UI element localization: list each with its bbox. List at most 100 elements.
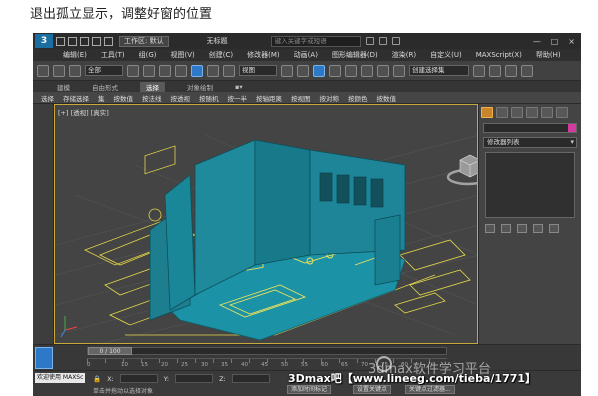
scene-render (55, 134, 477, 343)
ribbon-item-by-half[interactable]: 按一半 (228, 93, 248, 103)
undo-icon[interactable] (92, 36, 101, 46)
angle-snap-icon[interactable] (345, 64, 357, 77)
keyboard-shortcut-icon[interactable] (313, 64, 325, 77)
binoculars-icon[interactable] (365, 37, 374, 45)
menu-customize[interactable]: 自定义(U) (430, 50, 462, 60)
set-key-button[interactable]: 设置关键点 (353, 385, 392, 394)
ribbon-item-set[interactable]: 集 (98, 93, 105, 103)
ribbon-item-by-random[interactable]: 按随机 (199, 93, 219, 103)
link-icon[interactable] (37, 64, 49, 77)
menu-modifiers[interactable]: 修改器(M) (247, 50, 280, 60)
time-slider[interactable]: 0 / 100 (87, 347, 447, 355)
ribbon-item-by-symmetry[interactable]: 按对称 (320, 93, 340, 103)
rectangle-selection-icon[interactable] (159, 64, 171, 77)
save-file-icon[interactable] (80, 36, 89, 46)
select-move-icon[interactable] (191, 64, 203, 77)
pivot-center-icon[interactable] (281, 64, 293, 77)
select-manipulate-icon[interactable] (297, 64, 309, 77)
menu-tools[interactable]: 工具(T) (101, 50, 125, 60)
object-name-field[interactable] (483, 123, 577, 133)
create-tab-icon[interactable] (481, 107, 493, 118)
unlink-icon[interactable] (53, 64, 65, 77)
motion-tab-icon[interactable] (526, 107, 538, 118)
remove-modifier-icon[interactable] (533, 224, 543, 233)
tab-object-paint[interactable]: 对象绘制 (187, 82, 213, 92)
minimize-button[interactable]: — (533, 37, 541, 46)
make-unique-icon[interactable] (517, 224, 527, 233)
window-crossing-icon[interactable] (175, 64, 187, 77)
add-time-tag-button[interactable]: 添加时间标记 (287, 385, 332, 394)
menu-rendering[interactable]: 渲染(R) (392, 50, 416, 60)
ribbon-item-store-selection[interactable]: 存储选择 (63, 93, 89, 103)
menu-edit[interactable]: 编辑(E) (63, 50, 87, 60)
search-input[interactable]: 键入关键字或短语 (270, 35, 361, 47)
utilities-tab-icon[interactable] (556, 107, 568, 118)
menu-group[interactable]: 组(G) (139, 50, 157, 60)
viewport-label[interactable]: [+] [透视] [真实] (58, 107, 109, 117)
coord-z-field[interactable] (231, 374, 270, 383)
snaps-toggle-icon[interactable] (329, 64, 341, 77)
select-rotate-icon[interactable] (207, 64, 219, 77)
new-file-icon[interactable] (56, 36, 65, 46)
close-button[interactable]: × (568, 37, 575, 46)
star-icon[interactable] (378, 37, 387, 45)
modifier-stack[interactable] (485, 152, 575, 218)
selection-lock-icon[interactable]: 🔒 (93, 375, 101, 383)
menu-views[interactable]: 视图(V) (171, 50, 195, 60)
ribbon-item-by-color[interactable]: 按颜色 (348, 93, 368, 103)
maximize-button[interactable]: □ (551, 37, 559, 46)
help-icon[interactable] (391, 37, 400, 45)
layer-explorer-icon[interactable] (505, 64, 517, 77)
ribbon-item-by-view[interactable]: 按视图 (291, 93, 311, 103)
open-file-icon[interactable] (68, 36, 77, 46)
align-icon[interactable] (489, 64, 501, 77)
hierarchy-tab-icon[interactable] (511, 107, 523, 118)
menu-create[interactable]: 创建(C) (209, 50, 233, 60)
coord-x-field[interactable] (119, 374, 158, 383)
show-end-result-icon[interactable] (501, 224, 511, 233)
pin-stack-icon[interactable] (485, 224, 495, 233)
menu-maxscript[interactable]: MAXScript(X) (476, 51, 522, 59)
redo-icon[interactable] (104, 36, 113, 46)
selection-filter-select[interactable]: 全部 (85, 65, 123, 76)
edit-named-selection-icon[interactable] (393, 64, 405, 77)
percent-snap-icon[interactable] (361, 64, 373, 77)
ribbon-item-by-normal[interactable]: 按法线 (142, 93, 162, 103)
ribbon-item-by-pivot-distance[interactable]: 按轴距离 (256, 93, 282, 103)
tab-selection[interactable]: 选择 (140, 81, 165, 92)
left-viewport-layout-strip[interactable] (33, 104, 54, 344)
named-selection-select[interactable]: 创建选择集 (409, 65, 469, 76)
modifier-list-dropdown[interactable]: 修改器列表 (483, 137, 577, 148)
ribbon-item-by-numeric[interactable]: 按数值 (377, 93, 397, 103)
workspace-select[interactable]: 工作区: 默认 (119, 35, 169, 47)
coord-y-field[interactable] (175, 374, 214, 383)
display-tab-icon[interactable] (541, 107, 553, 118)
modify-tab-icon[interactable] (496, 107, 508, 118)
track-bar[interactable]: 0 10 15 20 25 30 35 40 45 50 55 60 65 70… (87, 358, 447, 368)
menu-animation[interactable]: 动画(A) (294, 50, 318, 60)
select-scale-icon[interactable] (223, 64, 235, 77)
key-filters-button[interactable]: 关键点过滤器... (405, 385, 455, 394)
viewport-layout-button[interactable] (35, 347, 53, 369)
menu-help[interactable]: 帮助(H) (536, 50, 561, 60)
mirror-icon[interactable] (473, 64, 485, 77)
ribbon-item-select[interactable]: 选择 (41, 93, 54, 103)
configure-sets-icon[interactable] (549, 224, 559, 233)
graphite-toggle-icon[interactable] (521, 64, 533, 77)
select-by-name-icon[interactable] (143, 64, 155, 77)
bind-spacewarp-icon[interactable] (69, 64, 81, 77)
perspective-viewport[interactable]: [+] [透视] [真实] (54, 104, 478, 344)
ribbon-item-by-perspective[interactable]: 按透视 (171, 93, 191, 103)
object-color-swatch[interactable] (568, 124, 576, 132)
select-object-icon[interactable] (127, 64, 139, 77)
time-slider-thumb[interactable]: 0 / 100 (88, 347, 132, 355)
tab-freeform[interactable]: 自由形式 (92, 82, 118, 92)
tab-ribbon-options[interactable]: ▪▾ (235, 83, 243, 91)
reference-coordinate-select[interactable]: 视图 (239, 65, 277, 76)
spinner-snap-icon[interactable] (377, 64, 389, 77)
tab-modeling[interactable]: 建模 (57, 82, 70, 92)
maxscript-listener[interactable]: 欢迎使用 MAXSc (35, 373, 85, 383)
menu-graph-editors[interactable]: 图形编辑器(D) (332, 50, 378, 60)
app-logo-icon[interactable]: 3 (35, 34, 53, 48)
ribbon-item-by-value[interactable]: 按数值 (114, 93, 134, 103)
